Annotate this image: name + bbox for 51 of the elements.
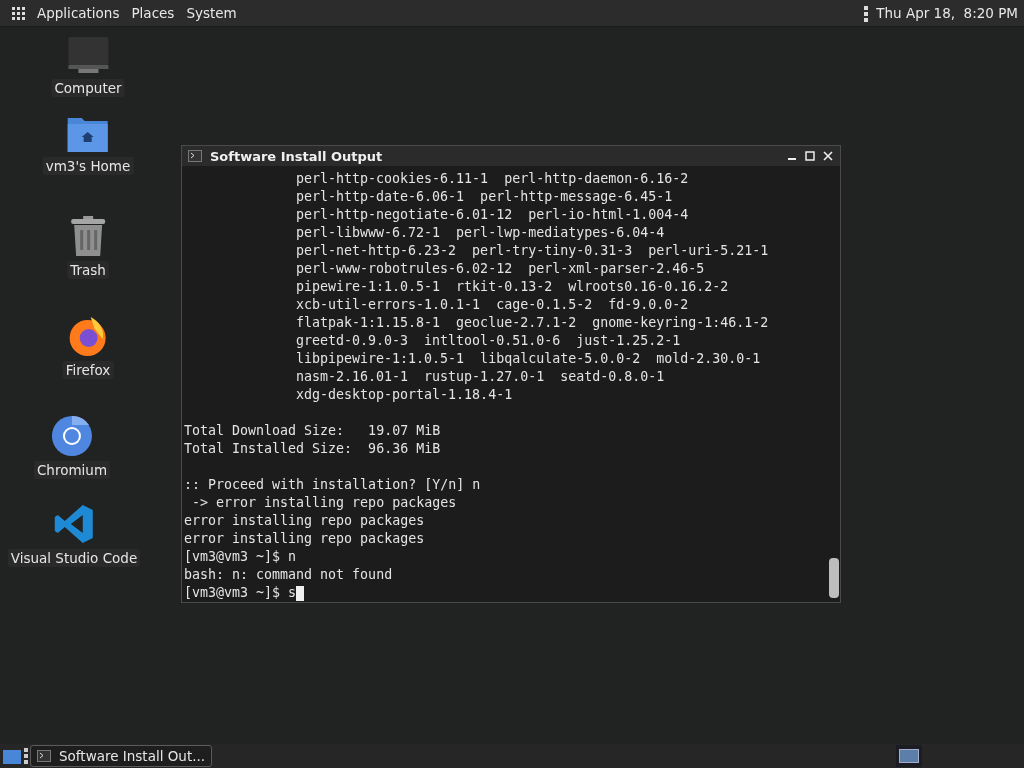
window-title: Software Install Output [210, 148, 383, 164]
desktop-icon-label[interactable]: Computer [51, 79, 125, 97]
desktop-icon-label[interactable]: Chromium [33, 461, 111, 479]
workspace-switcher[interactable] [896, 745, 922, 767]
terminal-line: Total Download Size: 19.07 MiB [184, 423, 441, 438]
menu-dots-icon[interactable] [864, 5, 869, 22]
vscode-icon [53, 503, 95, 545]
minimize-icon [788, 158, 796, 160]
terminal-line: :: Proceed with installation? [Y/n] n [184, 477, 481, 492]
terminal-line: bash: n: command not found [184, 567, 393, 582]
apps-grid-icon[interactable] [12, 6, 25, 20]
desktop-icon-label[interactable]: Firefox [62, 361, 114, 379]
package-list-line: perl-http-negotiate-6.01-12 perl-io-html-1.004-4 [296, 207, 689, 222]
firefox-icon [67, 315, 109, 357]
package-list-line: perl-www-robotrules-6.02-12 perl-xml-parser-2.46-5 [296, 261, 705, 276]
terminal-line: error installing repo packages [184, 513, 425, 528]
panel-menu[interactable]: Places [131, 5, 175, 21]
package-list-line: perl-libwww-6.72-1 perl-lwp-mediatypes-6.04-4 [296, 225, 665, 240]
terminal-icon [37, 750, 51, 762]
maximize-button[interactable] [802, 148, 818, 164]
package-list-line: libpipewire-1:1.0.5-1 libqalculate-5.0.0-2 mold-2.30.0-1 [296, 351, 761, 366]
panel-menu[interactable]: System [186, 5, 237, 21]
prompt-line: [vm3@vm3 ~]$ s [184, 585, 297, 600]
terminal-line: Total Installed Size: 96.36 MiB [184, 441, 441, 456]
package-list-line: flatpak-1:1.15.8-1 geoclue-2.7.1-2 gnome-keyring-1:46.1-2 [296, 315, 769, 330]
taskbar-task[interactable]: Software Install Out... [30, 745, 213, 767]
package-list-line: perl-http-date-6.06-1 perl-http-message-6.45-1 [296, 189, 673, 204]
package-list-line: perl-net-http-6.23-2 perl-try-tiny-0.31-3 perl-uri-5.21-1 [296, 243, 769, 258]
package-list-line: nasm-2.16.01-1 rustup-1.27.0-1 seatd-0.8.0-1 [296, 369, 665, 384]
text-cursor [296, 585, 305, 601]
desktop-icon-label[interactable]: Visual Studio Code [7, 549, 141, 567]
terminal-line: [vm3@vm3 ~]$ n [184, 549, 297, 564]
desktop-icon-label[interactable]: Trash [67, 261, 109, 279]
package-list-line: xdg-desktop-portal-1.18.4-1 [296, 387, 513, 402]
chromium-icon [51, 415, 93, 457]
desktop-icon-label[interactable]: vm3's Home [42, 157, 134, 175]
package-list-line: xcb-util-errors-1.0.1-1 cage-0.1.5-2 fd-9.0.0-2 [296, 297, 689, 312]
desktop-icon[interactable] [2, 747, 22, 765]
trash-icon [69, 215, 107, 257]
clock[interactable]: Thu Apr 18, 8:20 PM [864, 4, 1018, 22]
terminal-icon [188, 150, 202, 162]
scrollbar-thumb[interactable] [829, 558, 839, 598]
package-list-line: pipewire-1:1.0.5-1 rtkit-0.13-2 wlroots0.16-0.16.2-2 [296, 279, 729, 294]
terminal-line: -> error installing repo packages [191, 495, 457, 510]
home-folder-icon [67, 115, 109, 153]
handle-icon [24, 748, 28, 764]
computer-icon [66, 35, 110, 75]
panel-menu[interactable]: Applications [37, 5, 120, 21]
terminal-line: error installing repo packages [184, 531, 425, 546]
package-list-line: greetd-0.9.0-3 intltool-0.51.0-6 just-1.25.2-1 [296, 333, 681, 348]
package-list-line: perl-http-cookies-6.11-1 perl-http-daemon-6.16-2 [296, 171, 689, 186]
